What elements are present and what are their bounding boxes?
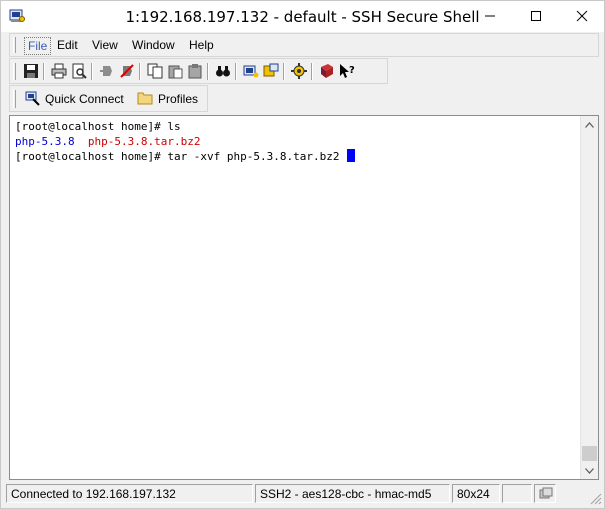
status-terminal-size: 80x24	[452, 484, 500, 503]
status-extra	[502, 484, 532, 503]
toolbar-grip[interactable]	[13, 63, 16, 80]
toolbar-separator	[207, 63, 209, 80]
help-book-icon[interactable]	[318, 62, 336, 80]
svg-text:?: ?	[349, 65, 355, 76]
profiles-toolbar: Quick Connect Profiles	[9, 85, 208, 112]
profiles-label: Profiles	[158, 92, 199, 106]
scrollbar-thumb[interactable]	[582, 446, 597, 461]
scroll-up-arrow-icon[interactable]	[581, 116, 598, 133]
terminal-output[interactable]: [root@localhost home]# ls php-5.3.8 php-5…	[15, 119, 578, 479]
menu-bar: File Edit View Window Help	[9, 33, 599, 57]
scroll-down-arrow-icon[interactable]	[581, 462, 598, 479]
toolbar-separator	[139, 63, 141, 80]
toolbar-separator	[235, 63, 237, 80]
folder-icon	[137, 91, 153, 108]
ssh-client-window: 1:192.168.197.132 - default - SSH Secure…	[0, 0, 605, 509]
resize-grip-icon[interactable]	[588, 491, 602, 505]
connect-icon[interactable]	[98, 62, 116, 80]
context-help-icon[interactable]: ?	[338, 62, 356, 80]
terminal-line: [root@localhost home]# ls	[15, 119, 578, 134]
status-connection: Connected to 192.168.197.132	[6, 484, 253, 503]
vertical-scrollbar[interactable]	[580, 116, 598, 479]
terminal-panel[interactable]: [root@localhost home]# ls php-5.3.8 php-5…	[9, 115, 599, 480]
menu-edit[interactable]: Edit	[54, 37, 81, 53]
activity-icon	[539, 487, 553, 499]
toolbar-separator	[283, 63, 285, 80]
quick-connect-button[interactable]: Quick Connect	[24, 89, 124, 109]
status-bar: Connected to 192.168.197.132 SSH2 - aes1…	[5, 483, 602, 505]
quick-connect-label: Quick Connect	[45, 92, 124, 106]
main-toolbar: ?	[9, 58, 388, 84]
copy-icon[interactable]	[146, 62, 164, 80]
toolbar-separator	[43, 63, 45, 80]
maximize-button[interactable]	[513, 1, 559, 31]
menubar-grip[interactable]	[13, 37, 16, 53]
menu-help[interactable]: Help	[186, 37, 217, 53]
menu-file[interactable]: File	[24, 37, 52, 55]
menu-window[interactable]: Window	[129, 37, 178, 53]
settings-icon[interactable]	[290, 62, 308, 80]
minimize-button[interactable]	[467, 1, 513, 31]
paste-icon[interactable]	[166, 62, 184, 80]
terminal-text: php-5.3.8.tar.bz2	[87, 135, 201, 148]
paste-special-icon[interactable]	[186, 62, 204, 80]
profiles-button[interactable]: Profiles	[137, 89, 198, 109]
quick-connect-icon	[24, 90, 40, 109]
terminal-cursor	[347, 149, 356, 162]
toolbar-separator	[91, 63, 93, 80]
terminal-text: php-5.3.8	[15, 135, 75, 148]
save-icon[interactable]	[22, 62, 40, 80]
toolbar-separator	[311, 63, 313, 80]
new-file-transfer-icon[interactable]	[262, 62, 280, 80]
status-activity	[534, 484, 556, 503]
terminal-text: [root@localhost home]# tar -xvf php-5.3.…	[15, 150, 347, 163]
disconnect-icon[interactable]	[118, 62, 136, 80]
terminal-line: [root@localhost home]# tar -xvf php-5.3.…	[15, 149, 578, 164]
terminal-text: [root@localhost home]# ls	[15, 120, 181, 133]
new-terminal-icon[interactable]	[242, 62, 260, 80]
close-button[interactable]	[559, 1, 605, 31]
status-cipher: SSH2 - aes128-cbc - hmac-md5	[255, 484, 450, 503]
title-bar[interactable]: 1:192.168.197.132 - default - SSH Secure…	[1, 1, 604, 32]
profiles-bar-grip[interactable]	[13, 90, 16, 108]
print-icon[interactable]	[50, 62, 68, 80]
find-icon[interactable]	[214, 62, 232, 80]
menu-view[interactable]: View	[89, 37, 121, 53]
print-preview-icon[interactable]	[70, 62, 88, 80]
terminal-line: php-5.3.8 php-5.3.8.tar.bz2	[15, 134, 578, 149]
